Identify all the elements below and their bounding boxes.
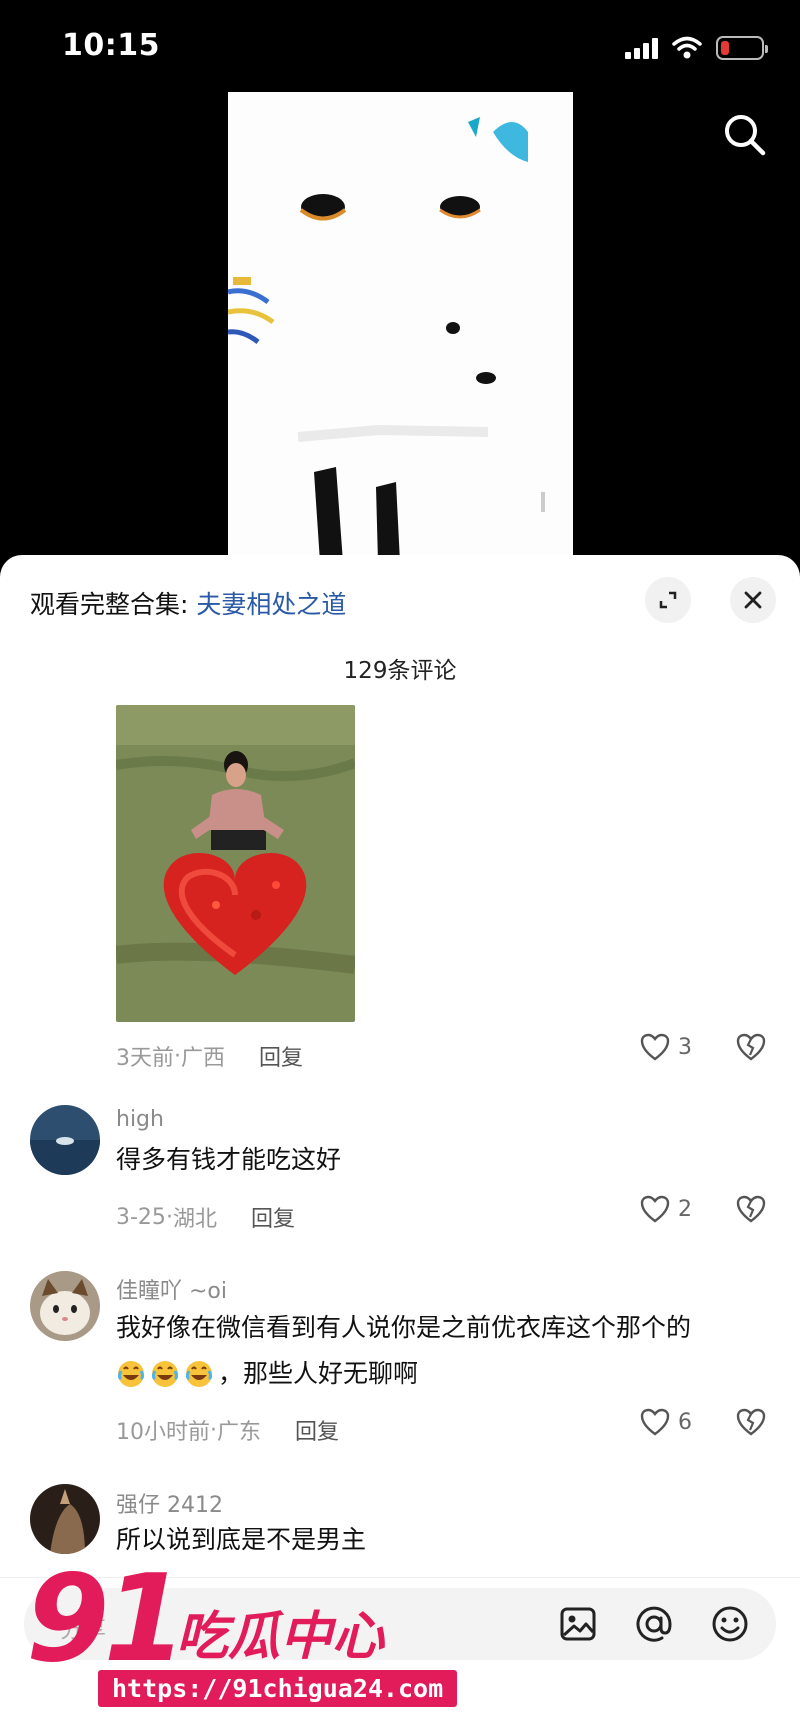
watermark-text: 吃瓜中心 — [176, 1607, 385, 1667]
battery-level — [721, 41, 729, 55]
comment-time: 3-25 — [116, 1204, 166, 1230]
laugh-cry-emoji-icon — [152, 1361, 178, 1387]
comment-username[interactable]: high — [116, 1107, 164, 1132]
comment-time: 3天前 — [116, 1046, 174, 1071]
watermark-url: https://91chigua24.com — [98, 1670, 458, 1707]
like-button[interactable]: 6 — [640, 1408, 692, 1436]
like-button[interactable]: 3 — [640, 1033, 692, 1061]
heart-icon — [640, 1033, 670, 1061]
dislike-button[interactable] — [736, 1408, 766, 1440]
expand-button[interactable] — [645, 577, 691, 623]
comment-location: 湖北 — [172, 1207, 217, 1232]
heart-icon — [640, 1408, 670, 1436]
reply-button[interactable]: 回复 — [295, 1414, 339, 1446]
broken-heart-icon — [736, 1033, 766, 1061]
search-icon — [725, 115, 766, 156]
comment-meta: 3-25 · 湖北 回复 — [116, 1201, 295, 1233]
comment-count: 129条评论 — [343, 658, 457, 684]
laugh-cry-emoji-icon — [186, 1361, 212, 1387]
battery-icon — [716, 36, 768, 60]
broken-heart-icon — [736, 1195, 766, 1223]
dislike-button[interactable] — [736, 1195, 766, 1227]
heart-icon — [640, 1195, 670, 1223]
comment-meta: 10小时前 · 广东 回复 — [116, 1414, 339, 1446]
comment-username[interactable]: 佳瞳吖 ~oi — [116, 1273, 227, 1305]
laugh-cry-emoji-icon — [118, 1361, 144, 1387]
avatar[interactable] — [30, 1271, 100, 1341]
comment-text: 我好像在微信看到有人说你是之前优衣库这个那个的 — [116, 1313, 692, 1342]
at-icon[interactable] — [634, 1604, 674, 1644]
avatar[interactable] — [30, 1105, 100, 1175]
comment-text-line2: ，那些人好无聊啊 — [116, 1351, 418, 1397]
comment-username[interactable]: 强仔 2412 — [116, 1487, 223, 1519]
like-count: 2 — [678, 1196, 692, 1222]
wifi-icon — [672, 36, 702, 59]
comment-text: 得多有钱才能吃这好 — [116, 1145, 342, 1174]
status-icons — [625, 34, 768, 62]
emoji-icon[interactable] — [710, 1604, 750, 1644]
like-count: 3 — [678, 1034, 692, 1060]
watermark-number: 91 — [26, 1550, 187, 1689]
status-time: 10:15 — [62, 28, 160, 63]
like-count: 6 — [678, 1409, 692, 1435]
collection-link[interactable]: 夫妻相处之道 — [196, 590, 346, 619]
collection-prefix: 观看完整合集: — [30, 590, 189, 619]
search-button[interactable] — [722, 112, 768, 158]
avatar[interactable] — [30, 1484, 100, 1554]
signal-icon — [625, 37, 658, 59]
status-bar: 10:15 — [0, 0, 800, 92]
close-button[interactable] — [730, 577, 776, 623]
comment-meta: 3天前 · 广西 回复 — [116, 1040, 303, 1072]
expand-icon — [659, 591, 677, 609]
collection-header: 观看完整合集: 夫妻相处之道 — [30, 585, 346, 621]
comment-location: 广西 — [181, 1046, 226, 1071]
dislike-button[interactable] — [736, 1033, 766, 1065]
broken-heart-icon — [736, 1408, 766, 1436]
like-button[interactable]: 2 — [640, 1195, 692, 1223]
comment-text-tail: ，那些人好无聊啊 — [218, 1359, 419, 1388]
watermark-logo: 91 吃瓜中心 https://91chigua24.com — [26, 1550, 458, 1730]
video-frame-image — [228, 92, 573, 562]
image-icon[interactable] — [558, 1604, 598, 1644]
reply-button[interactable]: 回复 — [251, 1201, 295, 1233]
close-icon — [744, 591, 762, 609]
comment-image[interactable] — [116, 705, 355, 1022]
comment-time: 10小时前 — [116, 1420, 210, 1445]
reply-button[interactable]: 回复 — [259, 1040, 303, 1072]
comment-location: 广东 — [217, 1420, 262, 1445]
video-player[interactable] — [228, 92, 573, 562]
